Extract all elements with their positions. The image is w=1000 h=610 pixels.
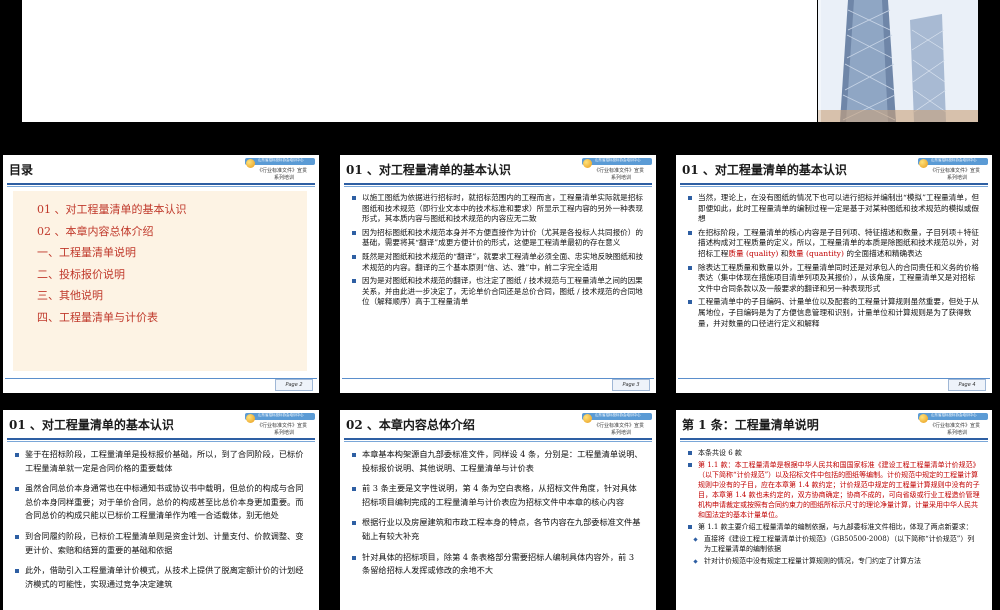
page-number: Page 3 (612, 379, 650, 391)
slide-body: 以施工图纸为依据进行招标时，就招标范围内的工程而言，工程量清单实际就是招标图纸和… (352, 193, 644, 311)
slide-thumbnail-3[interactable]: 01 、对工程量清单的基本认识 山东省招标投标协会培训中心 《行业标准文件》宣贯… (340, 155, 656, 393)
slide-title: 01 、对工程量清单的基本认识 (346, 163, 511, 177)
slide-title: 01 、对工程量清单的基本认识 (682, 163, 847, 177)
quantity-highlight: 数量 (quantity) (788, 248, 844, 258)
bullet-item: 鉴于在招标阶段，工程量清单是投标报价基础，所以，到了合同阶段，已标价工程量清单就… (15, 448, 307, 475)
sun-logo-icon (583, 414, 592, 423)
bullet-item: 到合同履约阶段，已标价工程量清单则是资金计划、计量支付、价款调整、变更计价、索赔… (15, 530, 307, 557)
slide-thumbnail-4[interactable]: 01 、对工程量清单的基本认识 山东省招标投标协会培训中心 《行业标准文件》宣贯… (676, 155, 992, 393)
page-number: Page 2 (275, 379, 313, 391)
sun-logo-icon (919, 159, 928, 168)
slide-thumbnail-5[interactable]: 01 、对工程量清单的基本认识 山东省招标投标协会培训中心 《行业标准文件》宣贯… (3, 410, 319, 610)
bullet-item: 在招标阶段，工程量清单的核心内容是子目列项、特征描述和数量，子目列项＋特征描述构… (688, 228, 980, 260)
slide-body: 鉴于在招标阶段，工程量清单是投标报价基础，所以，到了合同阶段，已标价工程量清单就… (15, 448, 307, 598)
slide-header: 目录 山东省招标投标协会培训中心 《行业标准文件》宣贯 系列培训 (3, 155, 319, 187)
bullet-item: 既然是对图纸和技术规范的“翻译”，就要求工程清单必须全面、忠实地反映图纸和技术规… (352, 252, 644, 273)
sun-logo-icon (246, 414, 255, 423)
training-logo: 山东省招标投标协会培训中心 《行业标准文件》宣贯 系列培训 (582, 413, 652, 437)
slide-header: 01 、对工程量清单的基本认识 山东省招标投标协会培训中心 《行业标准文件》宣贯… (340, 155, 656, 187)
toc-item: 二、投标报价说明 (37, 267, 125, 281)
bullet-item: 第 1.1 款主要介绍工程量清单的编制依据，与九部委标准文件相比，体现了两点新要… (688, 522, 980, 532)
sun-logo-icon (246, 159, 255, 168)
cover-building-photo (818, 0, 978, 122)
bullet-item: 虽然合同总价本身通常也在中标通知书或协议书中载明，但总价的构成与合同总价本身同样… (15, 482, 307, 523)
page-number: Page 4 (948, 379, 986, 391)
bullet-item: 针对具体的招标项目，除第 4 条表格部分需要招标人编制具体内容外，前 3 条留给… (352, 551, 644, 578)
slide-title: 第 1 条：工程量清单说明 (682, 418, 819, 432)
quality-highlight: 质量 (quality) (728, 248, 779, 258)
training-logo: 山东省招标投标协会培训中心 《行业标准文件》宣贯 系列培训 (918, 158, 988, 182)
training-logo: 山东省招标投标协会培训中心 《行业标准文件》宣贯 系列培训 (918, 413, 988, 437)
toc-list: 01 、对工程量清单的基本认识 02 、本章内容总体介绍 一、工程量清单说明 二… (37, 199, 187, 329)
slide-thumbnail-6[interactable]: 02 、本章内容总体介绍 山东省招标投标协会培训中心 《行业标准文件》宣贯 系列… (340, 410, 656, 610)
bullet-item: 第 1.1 款：本工程量清单是根据中华人民共和国国家标准《建设工程工程量清单计价… (688, 460, 980, 520)
sun-logo-icon (583, 159, 592, 168)
bullet-item: 前 3 条主要是文字性说明，第 4 条为空白表格，从招标文件角度，针对具体招标项… (352, 482, 644, 509)
toc-item: 一、工程量清单说明 (37, 246, 136, 260)
slide-1-preview[interactable] (22, 0, 817, 122)
bullet-item: 因为是对图纸和技术规范的翻译，也注定了图纸 / 技术规范与工程量清单之间的因果关… (352, 276, 644, 308)
slide-title: 02 、本章内容总体介绍 (346, 418, 475, 432)
training-logo: 山东省招标投标协会培训中心 《行业标准文件》宣贯 系列培训 (245, 158, 315, 182)
bullet-item: 此外，借助引入工程量清单计价模式，从技术上提供了脱离定额计价的计划经济模式的可能… (15, 564, 307, 591)
slide-body: 本条共设 6 款 第 1.1 款：本工程量清单是根据中华人民共和国国家标准《建设… (688, 448, 980, 568)
slide-header: 01 、对工程量清单的基本认识 山东省招标投标协会培训中心 《行业标准文件》宣贯… (676, 155, 992, 187)
toc-item: 三、其他说明 (37, 289, 103, 303)
bullet-item: 以施工图纸为依据进行招标时，就招标范围内的工程而言，工程量清单实际就是招标图纸和… (352, 193, 644, 225)
slide-title: 目录 (9, 163, 34, 177)
toc-item: 四、工程量清单与计价表 (37, 310, 158, 324)
slide-header: 02 、本章内容总体介绍 山东省招标投标协会培训中心 《行业标准文件》宣贯 系列… (340, 410, 656, 442)
toc-item: 01 、对工程量清单的基本认识 (37, 203, 187, 216)
slide-body: 当然，理论上，在没有图纸的情况下也可以进行招标并编制出“模拟”工程量清单，但即便… (688, 193, 980, 332)
bullet-item: 根据行业以及房屋建筑和市政工程本身的特点，各节内容在九部委标准文件基础上有较大补… (352, 516, 644, 543)
sun-logo-icon (919, 414, 928, 423)
slide-body: 本章基本构架源自九部委标准文件，同样设 4 条，分别是：工程量清单说明、投标报价… (352, 448, 644, 585)
toc-item: 02 、本章内容总体介绍 (37, 224, 154, 238)
bullet-item: 当然，理论上，在没有图纸的情况下也可以进行招标并编制出“模拟”工程量清单，但即便… (688, 193, 980, 225)
slide-thumbnail-2[interactable]: 目录 山东省招标投标协会培训中心 《行业标准文件》宣贯 系列培训 01 、对工程… (3, 155, 319, 393)
slide-header: 01 、对工程量清单的基本认识 山东省招标投标协会培训中心 《行业标准文件》宣贯… (3, 410, 319, 442)
bullet-item: 本条共设 6 款 (688, 448, 980, 458)
slide-thumbnail-7[interactable]: 第 1 条：工程量清单说明 山东省招标投标协会培训中心 《行业标准文件》宣贯 系… (676, 410, 992, 610)
training-logo: 山东省招标投标协会培训中心 《行业标准文件》宣贯 系列培训 (245, 413, 315, 437)
sub-bullet-item: 针对计价规范中没有规定工程量计算规则的情况，专门约定了计算方法 (694, 556, 980, 566)
slide-header: 第 1 条：工程量清单说明 山东省招标投标协会培训中心 《行业标准文件》宣贯 系… (676, 410, 992, 442)
slide-title: 01 、对工程量清单的基本认识 (9, 418, 174, 432)
bullet-item: 本章基本构架源自九部委标准文件，同样设 4 条，分别是：工程量清单说明、投标报价… (352, 448, 644, 475)
bullet-item: 因为招标图纸和技术规范本身并不方便直接作为计价（尤其是各投标人共同报价）的基础，… (352, 228, 644, 249)
bullet-item: 除表达工程质量和数量以外，工程量清单同时还是对承包人的合同责任和义务的价格表达（… (688, 263, 980, 295)
training-logo: 山东省招标投标协会培训中心 《行业标准文件》宣贯 系列培训 (582, 158, 652, 182)
sub-bullet-item: 直接将《建设工程工程量清单计价规范》（GB50500-2008）（以下简称“计价… (694, 534, 980, 554)
bullet-item: 工程量清单中的子目编码、计量单位以及配套的工程量计算规则虽然重要，但处于从属地位… (688, 297, 980, 329)
